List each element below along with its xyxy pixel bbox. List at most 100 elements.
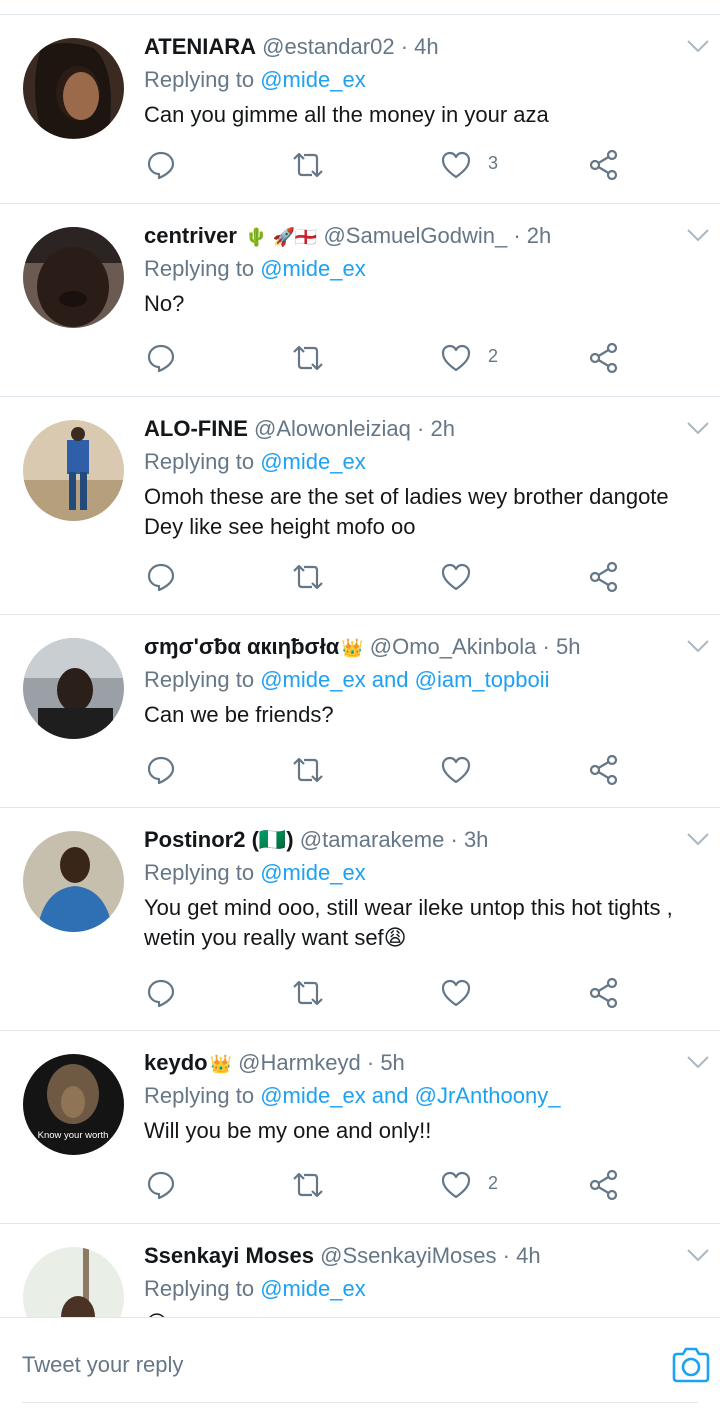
avatar[interactable] (23, 227, 124, 328)
heart-icon (441, 344, 471, 372)
display-name[interactable]: σɱσ'σƀα αкιηƀσłα (144, 634, 339, 659)
retweet-button[interactable] (288, 973, 328, 1013)
user-handle[interactable]: @Harmkeyd (238, 1050, 361, 1075)
retweet-button[interactable] (288, 145, 328, 185)
chevron-down-icon[interactable] (686, 830, 710, 848)
retweet-button[interactable] (288, 338, 328, 378)
display-name[interactable]: centriver (144, 223, 237, 248)
action-bar (0, 973, 720, 1013)
action-bar: 2 (0, 1165, 720, 1205)
retweet-button[interactable] (288, 1165, 328, 1205)
timestamp[interactable]: 5h (556, 634, 580, 659)
chevron-down-icon[interactable] (686, 637, 710, 655)
display-name[interactable]: keydo (144, 1050, 208, 1075)
user-handle[interactable]: @SsenkayiMoses (320, 1243, 496, 1268)
chevron-down-icon[interactable] (686, 1053, 710, 1071)
display-name[interactable]: ATENIARA (144, 34, 256, 59)
reply-tweet[interactable]: Ssenkayi Moses @SsenkayiMoses · 4h Reply… (0, 1224, 720, 1317)
avatar-caption: Know your worth (38, 1130, 109, 1141)
display-name[interactable]: ALO-FINE (144, 416, 248, 441)
display-name[interactable]: Ssenkayi Moses (144, 1243, 314, 1268)
user-handle[interactable]: @Omo_Akinbola (370, 634, 537, 659)
reply-mention[interactable]: @mide_ex and @JrAnthoony_ (260, 1083, 560, 1108)
reply-tweet[interactable]: σɱσ'σƀα αкιηƀσłα 👑 @Omo_Akinbola · 5h Rep… (0, 615, 720, 808)
chevron-down-icon[interactable] (686, 419, 710, 437)
comment-button[interactable] (141, 750, 181, 790)
share-button[interactable] (584, 557, 624, 597)
comment-button[interactable] (141, 338, 181, 378)
timestamp[interactable]: 3h (464, 827, 488, 852)
like-button[interactable] (436, 145, 476, 185)
avatar[interactable]: Know your worth (23, 1054, 124, 1155)
chevron-down-icon[interactable] (686, 226, 710, 244)
like-count: 2 (488, 1173, 499, 1193)
crown-emoji: 👑 (341, 638, 364, 658)
reply-tweet[interactable]: centriver 🌵 🚀🏴󠁧󠁢󠁥󠁮󠁧󠁿 @SamuelGodwin_ · 2h… (0, 204, 720, 397)
chevron-down-icon[interactable] (686, 37, 710, 55)
share-button[interactable] (584, 338, 624, 378)
share-button[interactable] (584, 145, 624, 185)
like-button[interactable] (436, 1165, 476, 1205)
like-button[interactable] (436, 338, 476, 378)
comment-icon (147, 151, 175, 180)
name-emoji: 🌵 🚀🏴󠁧󠁢󠁥󠁮󠁧󠁿 (245, 227, 318, 247)
chevron-down-icon[interactable] (686, 1246, 710, 1264)
reply-mention[interactable]: @mide_ex (260, 1276, 366, 1301)
retweet-button[interactable] (288, 750, 328, 790)
replying-to: Replying to @mide_ex (144, 859, 366, 887)
tweet-text: Can we be friends? (144, 702, 334, 727)
heart-icon (441, 979, 471, 1007)
avatar[interactable] (23, 420, 124, 521)
comment-button[interactable] (141, 1165, 181, 1205)
reply-tweet[interactable]: Know your worth keydo 👑 @Harmkeyd · 5h Re… (0, 1031, 720, 1224)
timestamp[interactable]: 5h (380, 1050, 404, 1075)
user-handle[interactable]: @SamuelGodwin_ (323, 223, 507, 248)
timestamp[interactable]: 2h (527, 223, 551, 248)
separator-dot: · (400, 34, 409, 59)
comment-button[interactable] (141, 557, 181, 597)
share-button[interactable] (584, 973, 624, 1013)
reply-input[interactable]: Tweet your reply (22, 1352, 183, 1378)
crown-emoji: 👑 (209, 1054, 233, 1074)
share-button[interactable] (584, 750, 624, 790)
retweet-icon (293, 1172, 323, 1198)
retweet-button[interactable] (288, 557, 328, 597)
reply-mention[interactable]: @mide_ex (260, 449, 366, 474)
share-button[interactable] (584, 1165, 624, 1205)
reply-mention[interactable]: @mide_ex (260, 256, 366, 281)
user-handle[interactable]: @tamarakeme (300, 827, 445, 852)
timestamp[interactable]: 4h (414, 34, 438, 59)
heart-icon (441, 151, 471, 179)
timestamp[interactable]: 4h (516, 1243, 540, 1268)
reply-tweet[interactable]: Postinor2 (🇳🇬) @tamarakeme · 3h Replying… (0, 808, 720, 1031)
like-button[interactable] (436, 750, 476, 790)
replying-to-label: Replying to (144, 256, 255, 281)
reply-mention[interactable]: @mide_ex (260, 860, 366, 885)
like-button[interactable] (436, 557, 476, 597)
avatar[interactable] (23, 831, 124, 932)
reply-tweet[interactable]: ALO-FINE @Alowonleiziaq · 2h Replying to… (0, 397, 720, 615)
user-handle[interactable]: @Alowonleiziaq (254, 416, 411, 441)
retweet-icon (293, 757, 323, 783)
tweet-header: Postinor2 (🇳🇬) @tamarakeme · 3h (144, 826, 670, 854)
tweet-header: σɱσ'σƀα αкιηƀσłα 👑 @Omo_Akinbola · 5h (144, 633, 670, 662)
like-button[interactable] (436, 973, 476, 1013)
tweet-header: ALO-FINE @Alowonleiziaq · 2h (144, 415, 670, 443)
camera-icon[interactable] (670, 1344, 712, 1386)
avatar[interactable] (23, 638, 124, 739)
reply-mention[interactable]: @mide_ex (260, 67, 366, 92)
replying-to: Replying to @mide_ex (144, 1275, 366, 1303)
reply-mention[interactable]: @mide_ex and @iam_topboii (260, 667, 549, 692)
like-count: 2 (488, 346, 499, 366)
user-handle[interactable]: @estandar02 (262, 34, 394, 59)
retweet-icon (293, 345, 323, 371)
replying-to-label: Replying to (144, 1083, 255, 1108)
comment-button[interactable] (141, 145, 181, 185)
retweet-icon (293, 564, 323, 590)
timestamp[interactable]: 2h (430, 416, 454, 441)
avatar[interactable] (23, 38, 124, 139)
avatar[interactable] (23, 1247, 124, 1317)
display-name[interactable]: Postinor2 (🇳🇬) (144, 827, 294, 852)
reply-tweet[interactable]: ATENIARA @estandar02 · 4h Replying to @m… (0, 15, 720, 204)
comment-button[interactable] (141, 973, 181, 1013)
